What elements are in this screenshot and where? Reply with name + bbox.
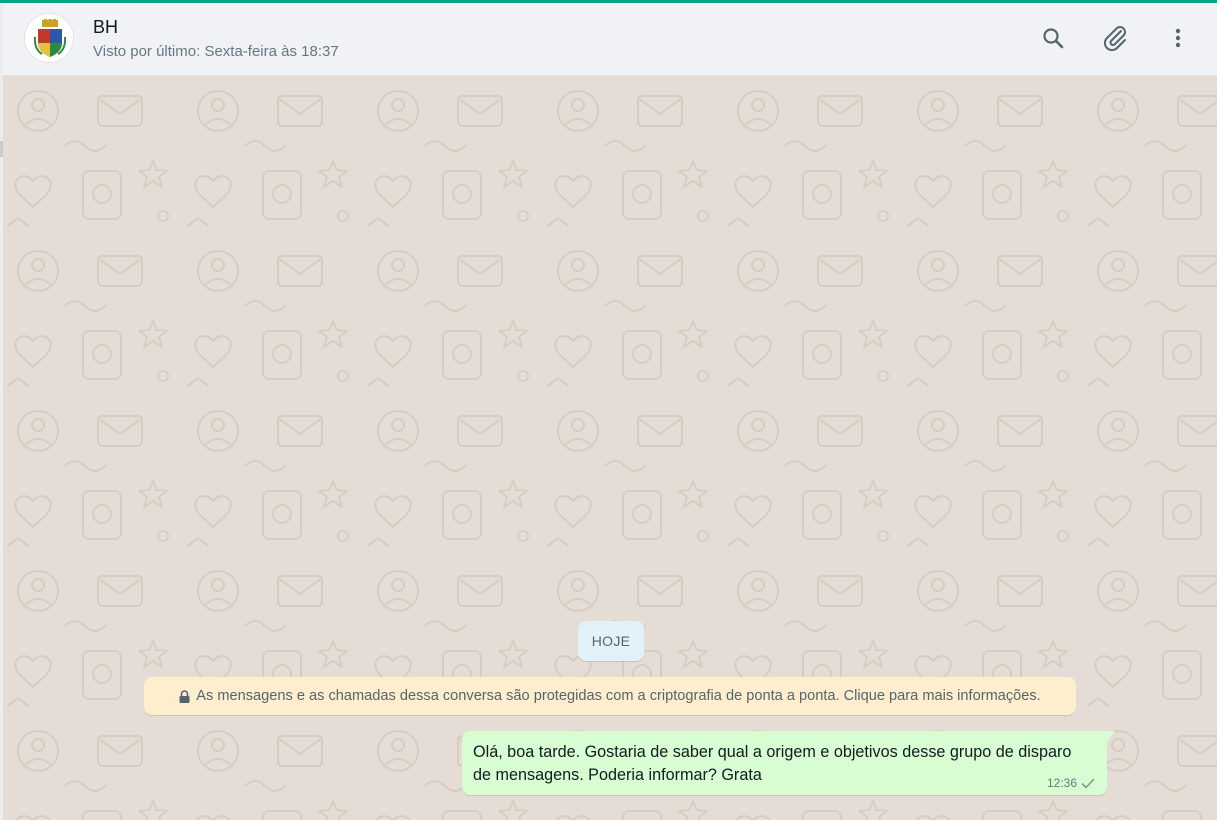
message-text: Olá, boa tarde. Gostaria de saber qual a… <box>473 743 1072 784</box>
last-seen-status: Visto por último: Sexta-feira às 18:37 <box>93 43 339 60</box>
chat-area[interactable]: HOJE As mensagens e as chamadas dessa co… <box>3 76 1217 820</box>
message-meta: 12:36 <box>1047 776 1095 790</box>
menu-button[interactable] <box>1162 22 1194 54</box>
attach-button[interactable] <box>1099 22 1131 54</box>
outgoing-message[interactable]: Olá, boa tarde. Gostaria de saber qual a… <box>462 731 1115 795</box>
search-button[interactable] <box>1037 22 1069 54</box>
contact-name[interactable]: BH <box>93 17 118 38</box>
single-check-icon <box>1081 778 1095 788</box>
avatar[interactable] <box>24 13 74 63</box>
encryption-notice[interactable]: As mensagens e as chamadas dessa convers… <box>144 677 1076 715</box>
menu-icon <box>1175 28 1181 48</box>
message-time: 12:36 <box>1046 776 1077 790</box>
search-icon <box>1043 28 1064 49</box>
encryption-notice-text: As mensagens e as chamadas dessa convers… <box>196 688 1041 704</box>
date-separator: HOJE <box>578 621 644 661</box>
lock-icon <box>179 689 190 703</box>
chat-header[interactable]: BH Visto por último: Sexta-feira às 18:3… <box>3 3 1217 76</box>
coat-of-arms-icon <box>34 19 66 57</box>
message-tail <box>1106 731 1115 743</box>
attach-icon <box>1103 26 1126 51</box>
